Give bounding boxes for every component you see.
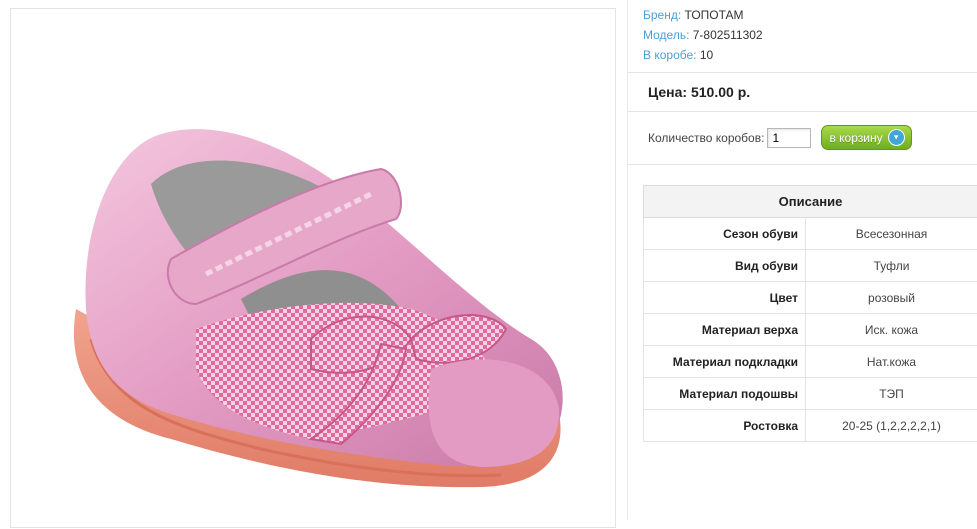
- spec-key: Цвет: [644, 282, 806, 314]
- spec-key: Вид обуви: [644, 250, 806, 282]
- product-meta: Бренд: ТОПОТАМ Модель: 7-802511302 В кор…: [643, 5, 763, 65]
- brand-value: ТОПОТАМ: [685, 8, 744, 22]
- spec-value: Всесезонная: [806, 218, 977, 250]
- box-label: В коробе:: [643, 48, 697, 62]
- spec-value: розовый: [806, 282, 977, 314]
- table-row: Вид обуви Туфли: [644, 250, 977, 282]
- product-image[interactable]: [10, 8, 616, 528]
- spec-table: Описание Сезон обуви Всесезонная Вид обу…: [643, 185, 977, 442]
- divider: [628, 111, 977, 112]
- spec-value: Туфли: [806, 250, 977, 282]
- spec-value: Иск. кожа: [806, 314, 977, 346]
- shoe-illustration: [11, 9, 617, 529]
- spec-key: Сезон обуви: [644, 218, 806, 250]
- spec-key: Материал верха: [644, 314, 806, 346]
- price: Цена: 510.00 р.: [648, 84, 750, 100]
- cart-button-label: в корзину: [829, 131, 882, 145]
- spec-key: Материал подошвы: [644, 378, 806, 410]
- table-row: Сезон обуви Всесезонная: [644, 218, 977, 250]
- table-row: Материал подошвы ТЭП: [644, 378, 977, 410]
- table-row: Материал верха Иск. кожа: [644, 314, 977, 346]
- box-value: 10: [700, 48, 713, 62]
- qty-label: Количество коробов:: [648, 131, 764, 145]
- spec-title: Описание: [644, 186, 977, 218]
- spec-value: Нат.кожа: [806, 346, 977, 378]
- model-value: 7-802511302: [693, 28, 763, 42]
- order-row: Количество коробов: в корзину ▾: [648, 125, 912, 150]
- divider: [628, 164, 977, 165]
- basket-icon: ▾: [888, 129, 905, 146]
- divider: [628, 72, 977, 73]
- column-divider: [627, 0, 628, 519]
- table-row: Ростовка 20-25 (1,2,2,2,2,1): [644, 410, 977, 442]
- spec-key: Материал подкладки: [644, 346, 806, 378]
- model-line: Модель: 7-802511302: [643, 25, 763, 45]
- box-line: В коробе: 10: [643, 45, 763, 65]
- qty-input[interactable]: [767, 128, 811, 148]
- spec-value: 20-25 (1,2,2,2,2,1): [806, 410, 977, 442]
- brand-line: Бренд: ТОПОТАМ: [643, 5, 763, 25]
- table-row: Материал подкладки Нат.кожа: [644, 346, 977, 378]
- brand-label: Бренд:: [643, 8, 681, 22]
- spec-value: ТЭП: [806, 378, 977, 410]
- add-to-cart-button[interactable]: в корзину ▾: [821, 125, 912, 150]
- model-label: Модель:: [643, 28, 689, 42]
- table-row: Цвет розовый: [644, 282, 977, 314]
- spec-key: Ростовка: [644, 410, 806, 442]
